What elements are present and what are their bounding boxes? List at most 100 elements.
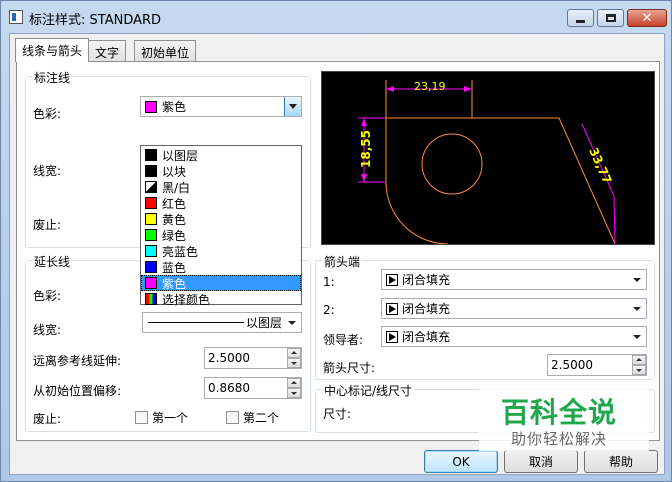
cancel-button[interactable]: 取消 [504, 450, 578, 473]
swatch-magenta [145, 277, 157, 289]
spinner-buttons [287, 378, 301, 398]
color-option-red[interactable]: 红色 [141, 195, 301, 211]
ext-color-label: 色彩: [33, 289, 62, 303]
arrow-second-value: 闭合填充 [402, 302, 451, 316]
option-label: 绿色 [162, 228, 187, 243]
ext-lineweight-value: 以图层 [246, 316, 283, 330]
option-label: 选择颜色 [162, 292, 211, 307]
preview-geometry [385, 80, 616, 245]
offset-ref-spinner[interactable]: 2.5000 [204, 347, 302, 369]
spinner-buttons [632, 355, 646, 375]
dim-arrowhead [464, 86, 472, 92]
tab-text[interactable]: 文字 [88, 40, 127, 61]
dim-color-label: 色彩: [33, 107, 62, 121]
suppress-first-checkbox[interactable]: 第一个 [135, 409, 188, 426]
arrow-first-label: 1: [323, 275, 335, 289]
swatch-blue [145, 261, 157, 273]
offset-origin-spinner[interactable]: 0.8680 [204, 377, 302, 399]
checkbox-box[interactable] [135, 411, 148, 424]
dim-color-value: 紫色 [162, 100, 187, 114]
arrow-second-label: 2: [323, 303, 335, 317]
ext-suppress-label: 废止: [33, 412, 62, 426]
minimize-icon [576, 19, 585, 23]
chevron-down-icon [633, 307, 641, 311]
watermark-subtitle: 助你轻松解决 [511, 430, 608, 448]
checkbox-box[interactable] [226, 411, 239, 424]
swatch-byblock [145, 165, 157, 177]
dimension-line-group-title: 标注线 [32, 69, 73, 86]
spin-down-icon[interactable] [287, 388, 301, 398]
spin-up-icon[interactable] [287, 378, 301, 388]
swatch-bylayer [145, 149, 157, 161]
option-label: 紫色 [162, 276, 187, 291]
arrow-size-value[interactable]: 2.5000 [551, 358, 593, 372]
color-option-yellow[interactable]: 黄色 [141, 211, 301, 227]
ok-button[interactable]: OK [424, 450, 498, 473]
ext-lineweight-label: 线宽: [33, 323, 62, 337]
swatch-green [145, 229, 157, 241]
swatch-cyan [145, 245, 157, 257]
spin-down-icon[interactable] [287, 358, 301, 368]
option-label: 蓝色 [162, 260, 187, 275]
preview-drawing: 23,19 18,55 33,77 [358, 80, 616, 245]
help-button[interactable]: 帮助 [584, 450, 658, 473]
maximize-button[interactable] [597, 9, 624, 27]
option-label: 亮蓝色 [162, 244, 199, 259]
dimension-style-dialog: 标注样式: STANDARD ✕ 线条与箭头 文字 初始单位 标注线 色彩: 紫… [0, 0, 672, 482]
arrowheads-group-title: 箭头端 [322, 253, 363, 270]
ext-lineweight-select[interactable]: 以图层 [142, 312, 302, 333]
chevron-down-icon [288, 321, 296, 325]
dim-arrowhead [361, 118, 367, 126]
extension-line-group-title: 延长线 [32, 253, 73, 270]
color-option-cyan[interactable]: 亮蓝色 [141, 243, 301, 259]
leader-value: 闭合填充 [402, 330, 451, 344]
dim-top-text: 23,19 [414, 80, 446, 93]
color-option-green[interactable]: 绿色 [141, 227, 301, 243]
option-label: 黄色 [162, 212, 187, 227]
suppress-second-checkbox[interactable]: 第二个 [226, 409, 279, 426]
color-option-black-white[interactable]: 黑/白 [141, 179, 301, 195]
leader-select[interactable]: 闭合填充 [381, 326, 647, 347]
center-mark-size-label: 尺寸: [323, 407, 352, 421]
app-icon [9, 10, 23, 24]
arrow-first-select[interactable]: 闭合填充 [381, 269, 647, 290]
arrow-first-value: 闭合填充 [402, 273, 451, 287]
minimize-button[interactable] [567, 9, 594, 27]
color-option-blue[interactable]: 蓝色 [141, 259, 301, 275]
arrow-size-label: 箭头尺寸: [323, 361, 376, 375]
chevron-down-icon [633, 335, 641, 339]
watermark: 百科全说 助你轻松解决 [479, 381, 649, 451]
spin-up-icon[interactable] [632, 355, 646, 365]
close-button[interactable]: ✕ [627, 9, 667, 27]
swatch-black-white [145, 181, 157, 193]
title-bar[interactable]: 标注样式: STANDARD ✕ [1, 1, 671, 33]
color-option-bylayer[interactable]: 以图层 [141, 147, 301, 163]
closed-filled-arrow-icon [386, 330, 398, 343]
color-option-byblock[interactable]: 以块 [141, 163, 301, 179]
spin-up-icon[interactable] [287, 348, 301, 358]
color-option-magenta[interactable]: 紫色 [141, 275, 301, 291]
offset-ref-value[interactable]: 2.5000 [208, 351, 250, 365]
closed-filled-arrow-icon [386, 302, 398, 315]
option-label: 以图层 [162, 148, 199, 163]
dim-color-select[interactable]: 紫色 [140, 96, 302, 117]
close-icon: ✕ [641, 10, 653, 26]
watermark-title: 百科全说 [501, 396, 618, 429]
color-dropdown-list[interactable]: 以图层 以块 黑/白 红色 黄色 绿色 亮蓝色 蓝色 紫色 选择颜色 [140, 145, 302, 307]
option-label: 以块 [162, 164, 187, 179]
arrow-size-spinner[interactable]: 2.5000 [547, 354, 647, 376]
swatch-multicolor [145, 293, 157, 305]
suppress-first-label: 第一个 [152, 411, 189, 425]
option-label: 红色 [162, 196, 187, 211]
chevron-down-icon[interactable] [284, 97, 301, 116]
dim-lineweight-label: 线宽: [33, 164, 62, 178]
arrow-second-select[interactable]: 闭合填充 [381, 298, 647, 319]
dim-arrowhead [361, 174, 367, 182]
option-label: 黑/白 [162, 180, 191, 195]
tab-lines-arrows[interactable]: 线条与箭头 [15, 38, 90, 62]
tab-primary-units[interactable]: 初始单位 [134, 40, 197, 61]
dim-left-text: 18,55 [359, 130, 373, 168]
spin-down-icon[interactable] [632, 365, 646, 375]
color-option-select-color[interactable]: 选择颜色 [141, 291, 301, 307]
offset-origin-value[interactable]: 0.8680 [208, 381, 250, 395]
